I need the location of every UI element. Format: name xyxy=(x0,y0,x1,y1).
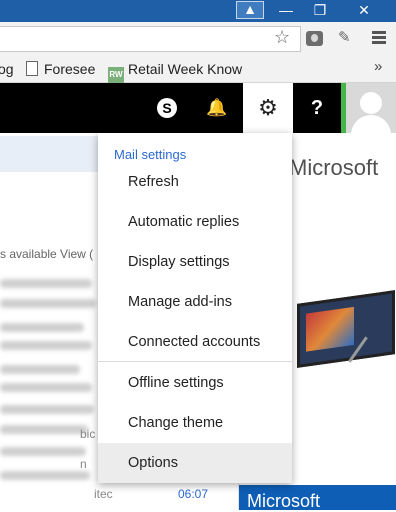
ad-footer[interactable]: Microsoft xyxy=(239,485,396,511)
skype-button[interactable]: S xyxy=(143,83,191,133)
menu-item-options[interactable]: Options xyxy=(98,443,292,483)
mail-settings-link[interactable]: Mail settings xyxy=(114,147,186,162)
address-bar: ☆ ✎ xyxy=(0,22,396,57)
table-row[interactable] xyxy=(0,279,92,288)
menu-item-manage-add-ins[interactable]: Manage add-ins xyxy=(98,282,292,322)
table-row[interactable] xyxy=(0,323,84,332)
bell-icon: 🔔 xyxy=(206,98,228,117)
settings-dropdown: Mail settings Refresh Automatic replies … xyxy=(98,133,292,483)
user-profile-icon[interactable]: ▲ xyxy=(236,1,264,19)
maximize-button[interactable]: ❐ xyxy=(304,0,336,20)
bookmark-star-icon[interactable]: ☆ xyxy=(274,27,290,47)
message-snippet: n xyxy=(80,457,87,471)
url-input[interactable] xyxy=(0,26,301,52)
bookmark-foresee[interactable]: Foresee xyxy=(26,59,95,79)
minimize-button[interactable]: — xyxy=(270,0,302,20)
notifications-button[interactable]: 🔔 xyxy=(193,83,241,133)
window-titlebar: ▲ — ❐ ✕ xyxy=(0,0,396,22)
extension-tag-icon[interactable]: ✎ xyxy=(338,30,358,46)
message-snippet: bic xyxy=(80,427,96,441)
menu-item-display-settings[interactable]: Display settings xyxy=(98,242,292,282)
table-row[interactable] xyxy=(0,471,90,480)
table-row[interactable] xyxy=(0,341,92,350)
close-button[interactable]: ✕ xyxy=(338,0,390,20)
message-time: 06:07 xyxy=(178,487,209,501)
storage-notice: s available View ( xyxy=(0,247,94,261)
document-icon xyxy=(26,61,38,76)
more-bookmarks-icon[interactable]: » xyxy=(374,58,382,75)
menu-item-automatic-replies[interactable]: Automatic replies xyxy=(98,202,292,242)
table-row[interactable] xyxy=(0,425,88,434)
menu-item-refresh[interactable]: Refresh xyxy=(98,162,292,202)
table-row[interactable] xyxy=(0,365,80,374)
message-snippet: itec xyxy=(94,487,113,501)
surface-device-image xyxy=(289,290,396,368)
avatar-silhouette-icon xyxy=(346,83,396,133)
bookmark-item[interactable]: og xyxy=(0,59,14,79)
bookmarks-bar: og Foresee RW Retail Week Know » xyxy=(0,56,396,83)
outlook-top-bar: S 🔔 ⚙ ? xyxy=(0,83,396,133)
menu-item-change-theme[interactable]: Change theme xyxy=(98,403,292,443)
gear-icon: ⚙ xyxy=(258,95,278,120)
table-row[interactable] xyxy=(0,383,92,392)
help-icon: ? xyxy=(310,96,324,119)
menu-item-offline-settings[interactable]: Offline settings xyxy=(98,363,292,403)
bookmark-retail-week[interactable]: RW Retail Week Know xyxy=(108,59,242,83)
skype-icon: S xyxy=(157,98,177,118)
table-row[interactable] xyxy=(0,299,96,308)
table-row[interactable] xyxy=(0,447,86,456)
menu-item-connected-accounts[interactable]: Connected accounts xyxy=(98,322,292,362)
browser-menu-icon[interactable] xyxy=(372,31,386,46)
table-row[interactable] xyxy=(0,405,94,414)
extension-icon[interactable] xyxy=(306,31,323,46)
rw-icon: RW xyxy=(108,67,124,83)
ad-brand: Microsoft xyxy=(289,155,379,180)
avatar[interactable] xyxy=(341,83,396,133)
help-button[interactable]: ? xyxy=(293,83,341,133)
menu-divider xyxy=(98,361,292,362)
